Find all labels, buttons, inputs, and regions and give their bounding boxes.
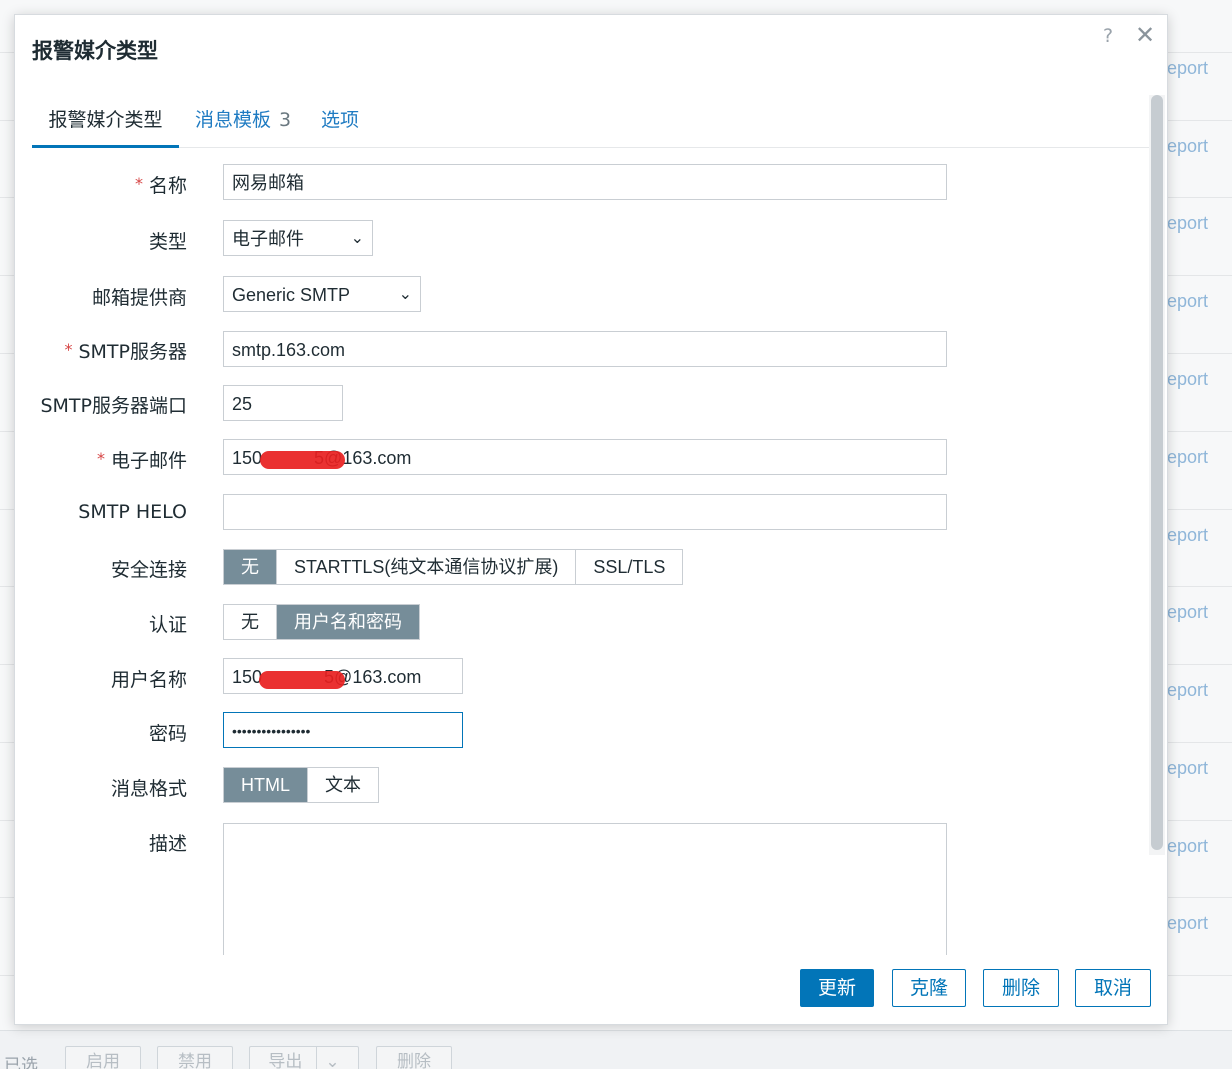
security-option-ssl-tls[interactable]: SSL/TLS [576, 550, 682, 584]
type-select-value: 电子邮件 [232, 229, 304, 249]
description-label: 描述 [148, 833, 187, 855]
username-value-prefix: 150 [232, 667, 263, 687]
smtp-port-label: SMTP服务器端口 [40, 395, 187, 417]
type-select[interactable]: 电子邮件 ⌄ [223, 220, 373, 256]
provider-label: 邮箱提供商 [91, 287, 187, 309]
password-label: 密码 [148, 723, 187, 745]
security-label: 安全连接 [110, 559, 187, 581]
export-button-label: 导出 [268, 1052, 303, 1069]
delete-selected-button[interactable]: 删除 [376, 1046, 452, 1069]
smtp-port-input[interactable]: 25 [223, 385, 343, 421]
update-button[interactable]: 更新 [800, 969, 874, 1007]
chevron-down-icon: ⌄ [316, 1047, 340, 1069]
bg-row-link[interactable]: eport [1167, 680, 1208, 701]
required-marker: * [64, 340, 73, 359]
delete-button[interactable]: 删除 [983, 969, 1059, 1007]
security-option-none[interactable]: 无 [224, 550, 277, 584]
description-textarea[interactable] [223, 823, 947, 955]
clone-button[interactable]: 克隆 [892, 969, 966, 1007]
security-option-starttls[interactable]: STARTTLS(纯文本通信协议扩展) [277, 550, 577, 584]
message-format-segmented-control: HTML 文本 [223, 767, 379, 803]
chevron-down-icon: ⌄ [398, 286, 412, 303]
bg-row-link[interactable]: eport [1167, 369, 1208, 390]
enable-button[interactable]: 启用 [65, 1046, 141, 1069]
redaction-mark [260, 451, 345, 469]
name-input[interactable]: 网易邮箱 [223, 164, 947, 200]
security-segmented-control: 无 STARTTLS(纯文本通信协议扩展) SSL/TLS [223, 549, 684, 585]
required-marker: * [134, 174, 143, 193]
name-label-text: 名称 [148, 175, 187, 197]
required-marker: * [96, 449, 105, 468]
export-button[interactable]: 导出 ⌄ [249, 1046, 359, 1069]
background-footer-bar: 已选 启用 禁用 导出 ⌄ 删除 [0, 1030, 1232, 1069]
email-value-prefix: 150 [232, 448, 263, 468]
redaction-mark [259, 671, 345, 689]
dialog-footer: 更新 克隆 删除 取消 [15, 957, 1167, 1024]
smtp-server-label-text: SMTP服务器 [78, 341, 187, 363]
auth-option-username-password[interactable]: 用户名和密码 [277, 605, 419, 639]
media-type-form: * 名称 网易邮箱 类型 电子邮件 ⌄ 邮箱提供商 Generic SMTP ⌄ … [15, 15, 1145, 955]
scrollbar-thumb[interactable] [1151, 95, 1163, 850]
auth-label: 认证 [148, 614, 187, 636]
chevron-down-icon: ⌄ [350, 230, 364, 247]
cancel-button[interactable]: 取消 [1075, 969, 1151, 1007]
name-label: * 名称 [135, 171, 187, 198]
bg-row-link[interactable]: eport [1167, 602, 1208, 623]
provider-select[interactable]: Generic SMTP ⌄ [223, 276, 421, 312]
bg-row-link[interactable]: eport [1167, 913, 1208, 934]
email-label: * 电子邮件 [97, 446, 187, 473]
smtp-server-input[interactable]: smtp.163.com [223, 331, 947, 367]
password-input[interactable]: •••••••••••••••• [223, 712, 463, 748]
provider-select-value: Generic SMTP [232, 285, 351, 305]
bg-row-link[interactable]: eport [1167, 291, 1208, 312]
disable-button[interactable]: 禁用 [157, 1046, 233, 1069]
email-label-text: 电子邮件 [110, 450, 187, 472]
username-label: 用户名称 [110, 669, 187, 691]
media-type-dialog: 报警媒介类型 ? ✕ 报警媒介类型 消息模板 3 选项 * 名称 网易邮箱 类型 电… [14, 14, 1168, 1025]
bg-row-link[interactable]: eport [1167, 525, 1208, 546]
format-option-text[interactable]: 文本 [308, 768, 378, 802]
bg-row-link[interactable]: eport [1167, 213, 1208, 234]
format-option-html[interactable]: HTML [224, 768, 308, 802]
bg-row-link[interactable]: eport [1167, 447, 1208, 468]
message-format-label: 消息格式 [110, 778, 187, 800]
bg-row-link[interactable]: eport [1167, 136, 1208, 157]
smtp-server-label: * SMTP服务器 [64, 337, 187, 364]
smtp-helo-label: SMTP HELO [78, 501, 187, 523]
bg-row-link[interactable]: eport [1167, 58, 1208, 79]
smtp-helo-input[interactable] [223, 494, 947, 530]
type-label: 类型 [148, 231, 187, 253]
auth-segmented-control: 无 用户名和密码 [223, 604, 420, 640]
selected-count-label: 已选 [4, 1056, 38, 1069]
auth-option-none[interactable]: 无 [224, 605, 277, 639]
dialog-scrollbar[interactable] [1149, 95, 1165, 855]
bg-row-link[interactable]: eport [1167, 758, 1208, 779]
bg-row-link[interactable]: eport [1167, 836, 1208, 857]
